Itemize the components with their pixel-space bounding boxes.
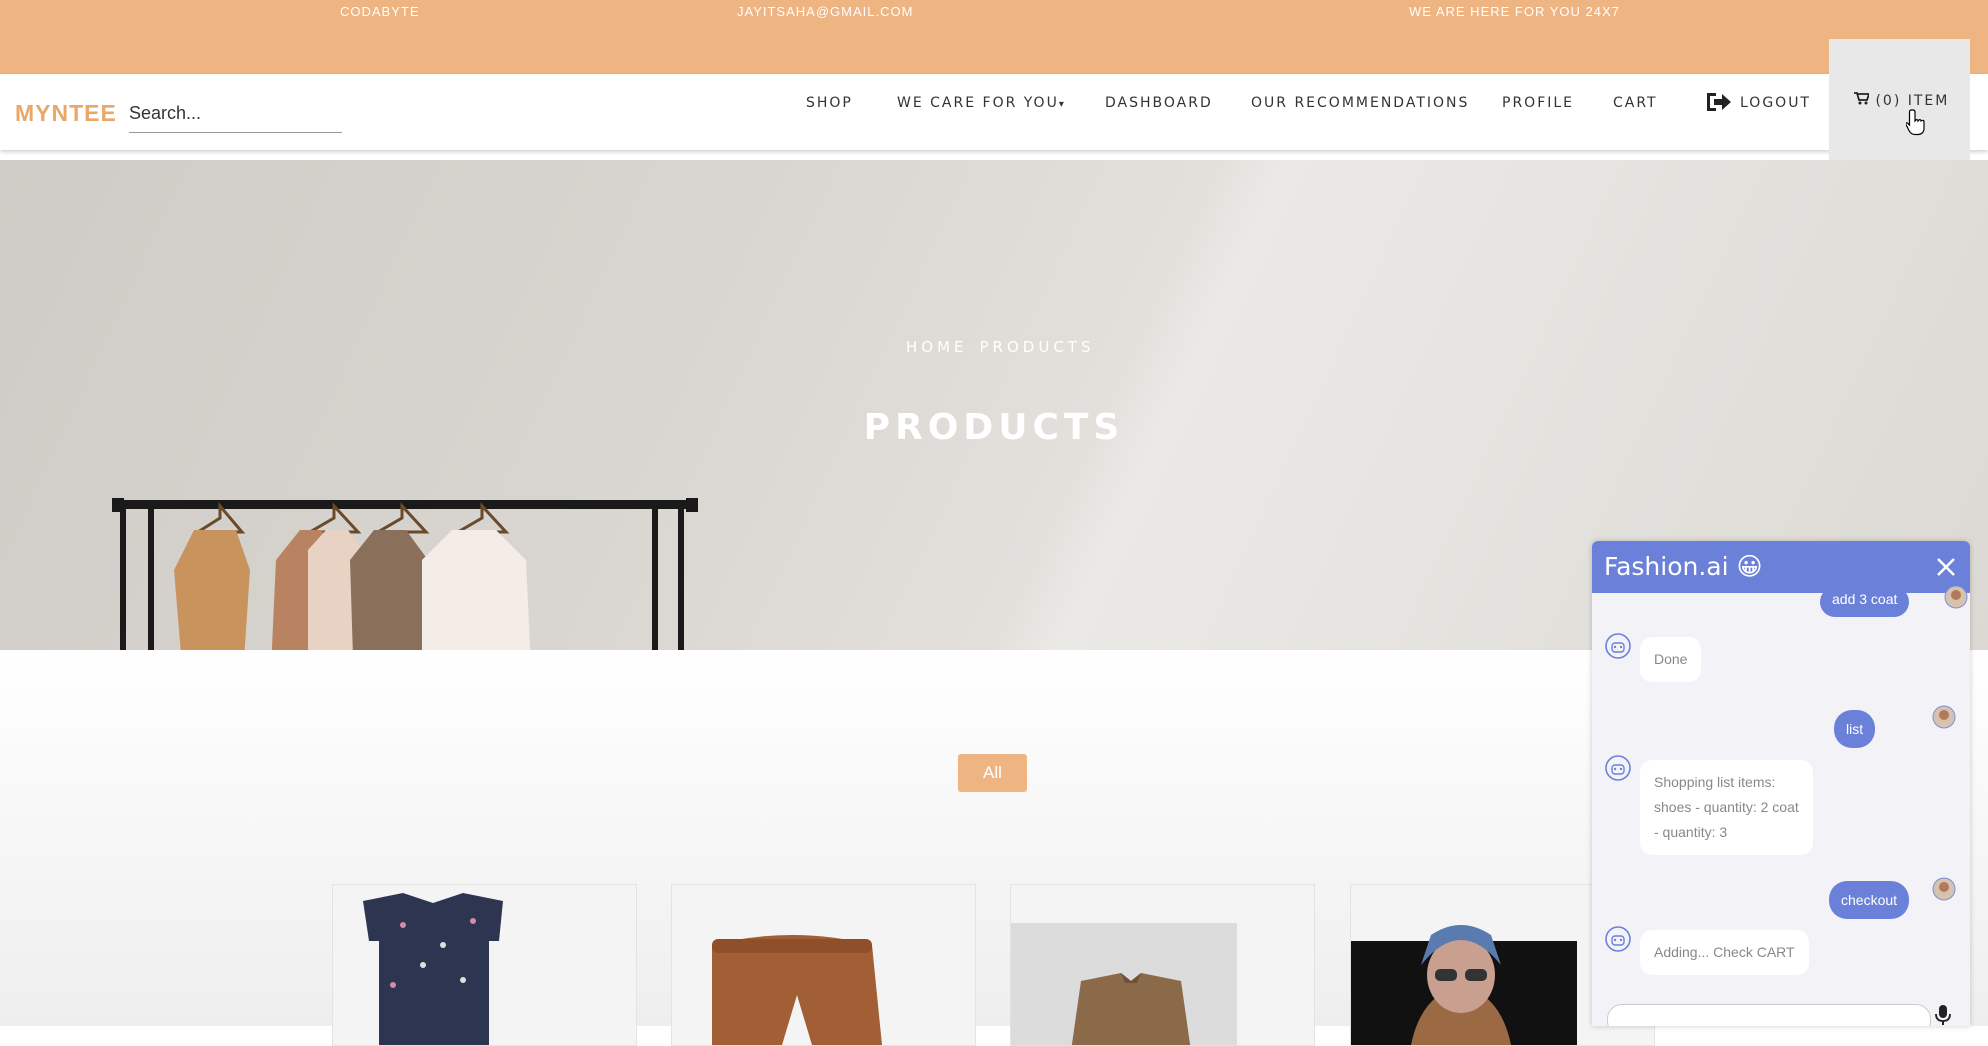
chat-bot-message: Done bbox=[1640, 637, 1702, 682]
chat-list-line: shoes - quantity: 2 coat bbox=[1654, 799, 1799, 815]
chat-user-message: checkout bbox=[1829, 881, 1910, 919]
user-avatar-icon bbox=[1932, 705, 1956, 729]
chat-bot-message: Adding... Check CART bbox=[1640, 930, 1809, 975]
bot-avatar-icon bbox=[1605, 755, 1631, 781]
nav-dashboard[interactable]: DASHBOARD bbox=[1105, 95, 1213, 111]
hand-cursor-icon bbox=[1906, 109, 1925, 136]
cart-icon bbox=[1854, 92, 1871, 105]
filter-all-button[interactable]: All bbox=[958, 754, 1027, 792]
chat-header: Fashion.ai 😀 bbox=[1592, 541, 1970, 593]
chat-title: Fashion.ai 😀 bbox=[1604, 552, 1763, 581]
clothing-rack-image bbox=[112, 498, 698, 650]
topbar-email[interactable]: JAYITSAHA@GMAIL.COM bbox=[737, 4, 913, 19]
product-image-brown-shorts bbox=[712, 935, 882, 1045]
product-card[interactable] bbox=[1010, 884, 1315, 1046]
nav-cart[interactable]: CART bbox=[1613, 95, 1658, 111]
user-avatar-icon bbox=[1944, 585, 1968, 609]
cart-item-link[interactable]: (0) ITEM bbox=[1854, 92, 1949, 109]
chat-bot-message-list: Shopping list items: shoes - quantity: 2… bbox=[1640, 760, 1813, 855]
product-image-shirt bbox=[1011, 923, 1237, 1045]
chat-list-line: Shopping list items: bbox=[1654, 774, 1776, 790]
nav-we-care-label: WE CARE FOR YOU bbox=[897, 95, 1059, 111]
search-input[interactable] bbox=[129, 94, 342, 133]
close-icon[interactable] bbox=[1932, 553, 1960, 581]
cart-count-label: (0) ITEM bbox=[1875, 93, 1950, 109]
topbar-support: WE ARE HERE FOR YOU 24X7 bbox=[1409, 4, 1620, 19]
user-avatar-icon bbox=[1932, 877, 1956, 901]
breadcrumb: HOME PRODUCTS bbox=[906, 338, 1106, 356]
product-card[interactable] bbox=[671, 884, 976, 1046]
nav-shop[interactable]: SHOP bbox=[806, 95, 853, 111]
chatbot-widget: Fashion.ai 😀 add 3 coat Done list Shoppi… bbox=[1592, 541, 1970, 1026]
chat-user-message: list bbox=[1834, 710, 1876, 748]
main-navbar: MYNTEE SHOP WE CARE FOR YOU▾ DASHBOARD O… bbox=[0, 74, 1988, 150]
product-image-floral-top bbox=[363, 893, 503, 1045]
bot-avatar-icon bbox=[1605, 926, 1631, 952]
bot-avatar-icon bbox=[1605, 633, 1631, 659]
chat-user-message: add 3 coat bbox=[1820, 587, 1910, 617]
nav-we-care-for-you[interactable]: WE CARE FOR YOU▾ bbox=[897, 95, 1066, 111]
chat-list-line: - quantity: 3 bbox=[1654, 824, 1728, 840]
topbar-brand: CODABYTE bbox=[340, 4, 420, 19]
breadcrumb-home[interactable]: HOME bbox=[906, 338, 968, 356]
nav-logout[interactable]: LOGOUT bbox=[1740, 95, 1811, 111]
page-title: PRODUCTS bbox=[863, 407, 1125, 448]
logout-icon[interactable] bbox=[1703, 87, 1733, 117]
breadcrumb-products: PRODUCTS bbox=[979, 338, 1095, 356]
chat-message-input[interactable] bbox=[1607, 1004, 1931, 1026]
top-info-bar: CODABYTE JAYITSAHA@GMAIL.COM WE ARE HERE… bbox=[0, 0, 1988, 74]
nav-our-recommendations[interactable]: OUR RECOMMENDATIONS bbox=[1251, 95, 1469, 111]
microphone-icon[interactable] bbox=[1933, 1004, 1953, 1026]
nav-profile[interactable]: PROFILE bbox=[1502, 95, 1574, 111]
caret-down-icon: ▾ bbox=[1058, 99, 1066, 110]
site-logo[interactable]: MYNTEE bbox=[15, 100, 117, 127]
product-card[interactable] bbox=[332, 884, 637, 1046]
